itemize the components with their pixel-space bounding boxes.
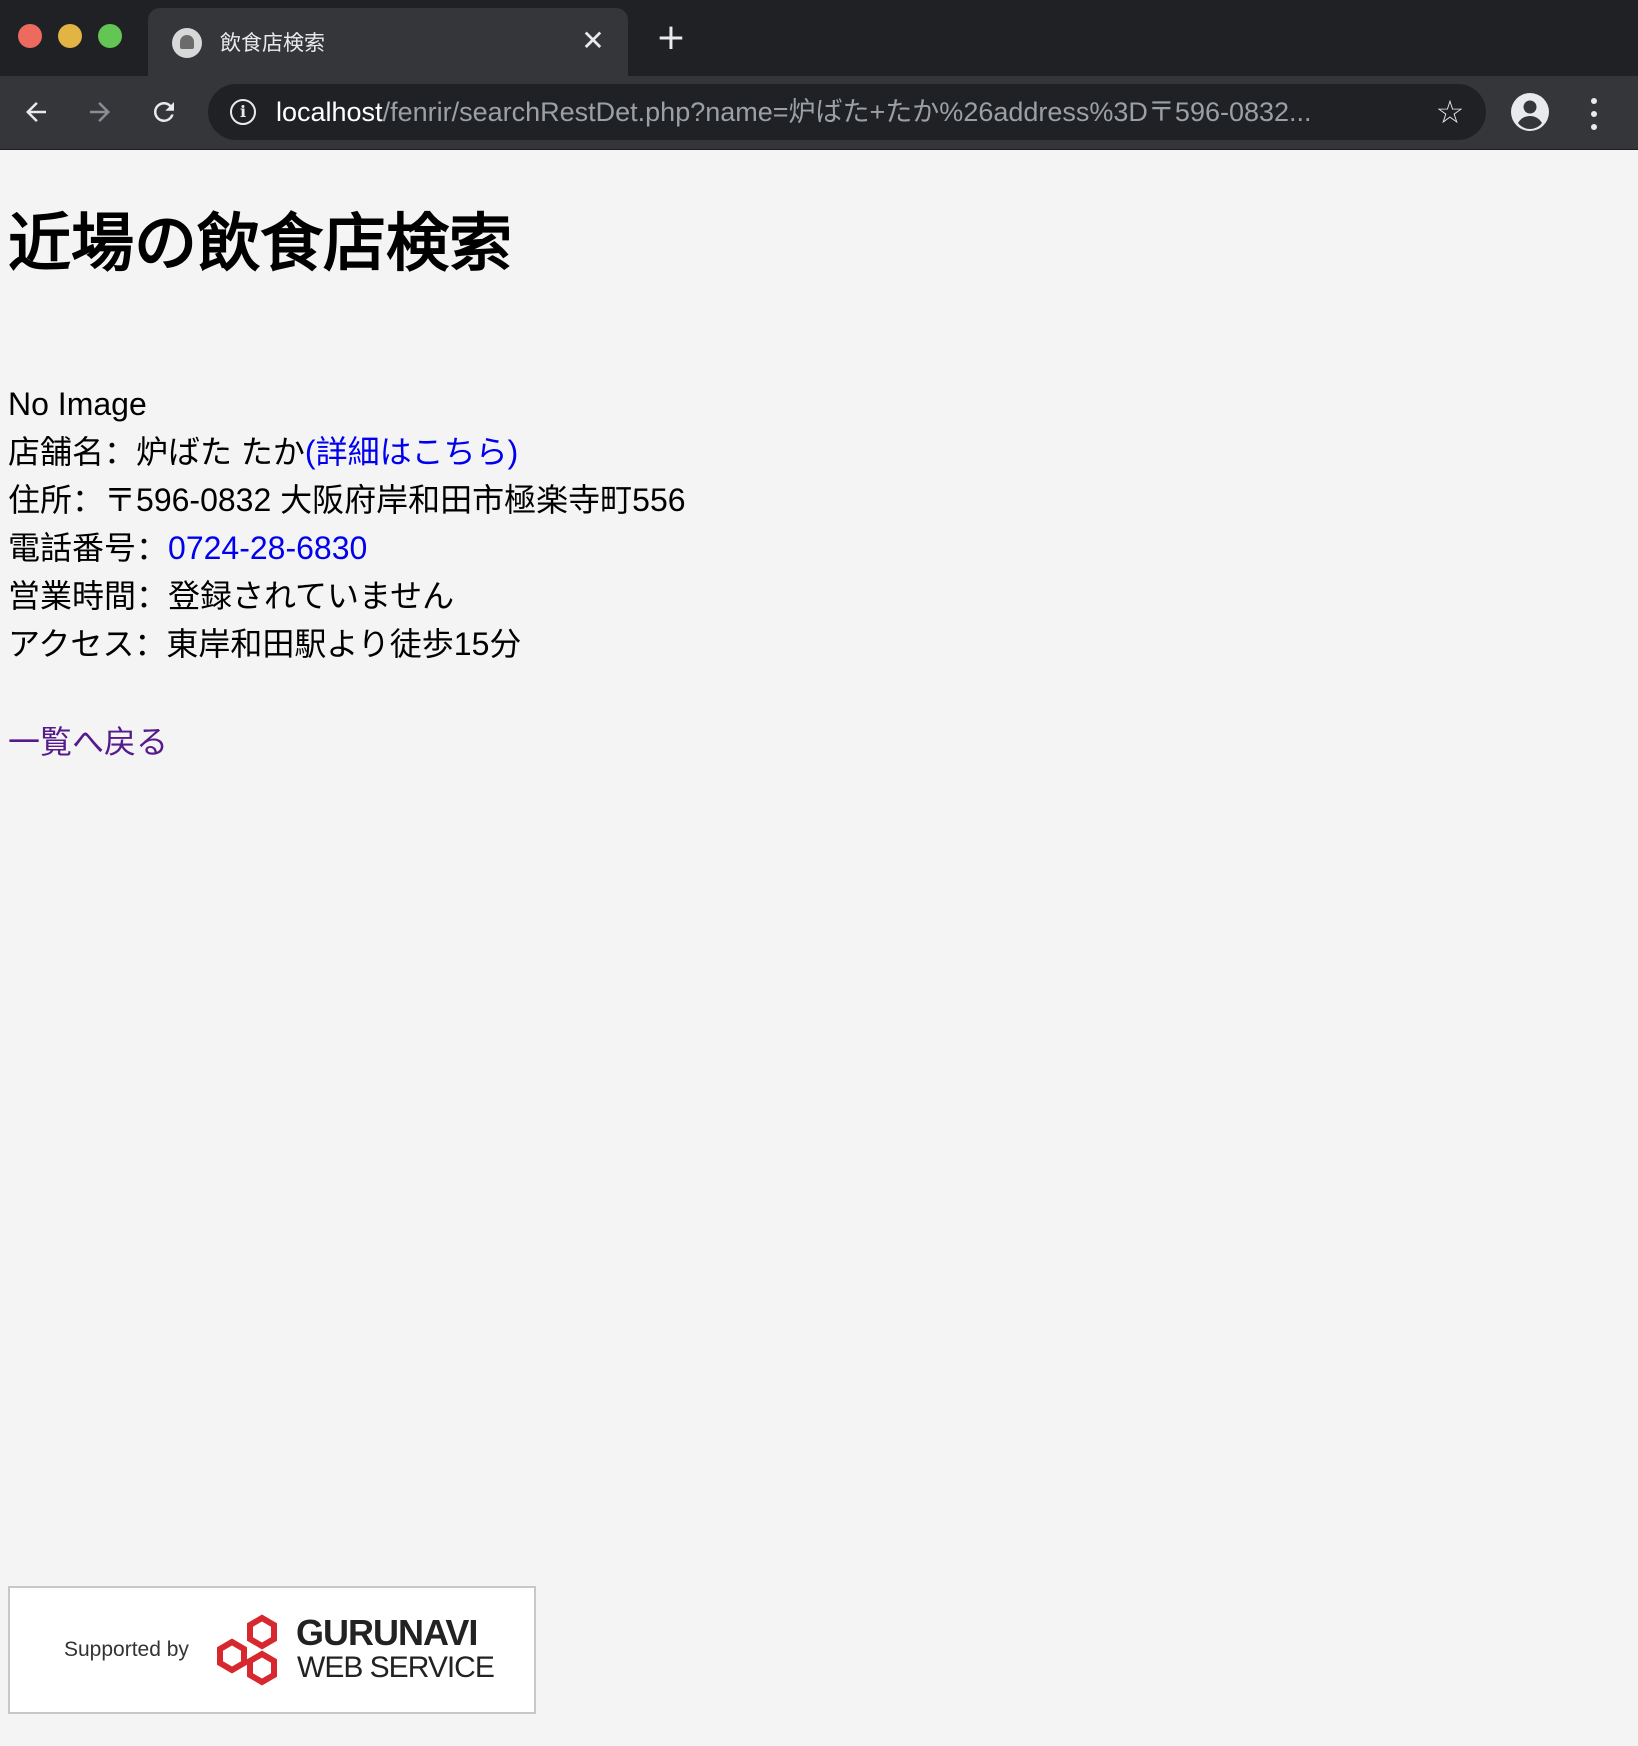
window-minimize-button[interactable] bbox=[58, 24, 82, 48]
page-body: 近場の飲食店検索 No Image 店舗名：炉ばた たか(詳細はこちら) 住所：… bbox=[0, 150, 1638, 1746]
gurunavi-credit-banner[interactable]: Supported by GURUNAVI WEB SERVICE bbox=[8, 1586, 536, 1714]
phone-label: 電話番号： bbox=[8, 530, 169, 566]
access-label: アクセス： bbox=[8, 626, 167, 662]
store-name: 炉ばた たか bbox=[136, 434, 305, 470]
kebab-menu-icon[interactable] bbox=[1580, 94, 1608, 134]
new-tab-icon[interactable]: + bbox=[654, 20, 688, 56]
favicon-icon bbox=[172, 28, 202, 58]
store-label: 店舗名： bbox=[8, 434, 137, 470]
phone-link[interactable]: 0724-28-6830 bbox=[168, 530, 367, 566]
address-value: 〒596-0832 大阪府岸和田市極楽寺町556 bbox=[104, 482, 686, 518]
window-close-button[interactable] bbox=[18, 24, 42, 48]
forward-arrow-icon[interactable] bbox=[80, 92, 120, 132]
tab-close-icon[interactable]: ✕ bbox=[578, 26, 608, 56]
browser-toolbar: i localhost/fenrir/searchRestDet.php?nam… bbox=[0, 76, 1638, 150]
phone-row: 電話番号：0724-28-6830 bbox=[8, 524, 686, 572]
tab-title: 飲食店検索 bbox=[220, 31, 325, 55]
bookmark-star-icon[interactable]: ☆ bbox=[1432, 94, 1468, 130]
details-link[interactable]: (詳細はこちら) bbox=[305, 434, 518, 470]
url-text[interactable]: localhost/fenrir/searchRestDet.php?name=… bbox=[276, 97, 1406, 127]
back-arrow-icon[interactable] bbox=[16, 92, 56, 132]
supported-by-text: Supported by bbox=[64, 1638, 189, 1661]
profile-avatar-icon[interactable] bbox=[1510, 92, 1550, 132]
address-label: 住所： bbox=[8, 482, 105, 518]
access-value: 東岸和田駅より徒歩15分 bbox=[166, 626, 522, 662]
url-path: /fenrir/searchRestDet.php?name=炉ばた+たか%26… bbox=[382, 97, 1312, 127]
gurunavi-logo-icon bbox=[217, 1614, 277, 1686]
gurunavi-brand-text: GURUNAVI bbox=[296, 1612, 478, 1653]
restaurant-details: No Image 店舗名：炉ばた たか(詳細はこちら) 住所：〒596-0832… bbox=[8, 380, 686, 668]
access-row: アクセス：東岸和田駅より徒歩15分 bbox=[8, 620, 686, 668]
reload-icon[interactable] bbox=[144, 92, 184, 132]
address-bar[interactable]: i localhost/fenrir/searchRestDet.php?nam… bbox=[208, 84, 1486, 140]
site-info-icon[interactable]: i bbox=[230, 99, 256, 125]
web-service-text: WEB SERVICE bbox=[297, 1651, 495, 1684]
back-to-list-link[interactable]: 一覧へ戻る bbox=[8, 724, 168, 760]
hours-value: 登録されていません bbox=[168, 578, 455, 614]
hours-row: 営業時間：登録されていません bbox=[8, 572, 686, 620]
store-name-row: 店舗名：炉ばた たか(詳細はこちら) bbox=[8, 428, 686, 476]
address-row: 住所：〒596-0832 大阪府岸和田市極楽寺町556 bbox=[8, 476, 686, 524]
back-link-row: 一覧へ戻る bbox=[8, 718, 168, 766]
page-title: 近場の飲食店検索 bbox=[8, 207, 512, 280]
url-host: localhost bbox=[276, 97, 383, 127]
hours-label: 営業時間： bbox=[8, 578, 169, 614]
tab-strip: 飲食店検索 ✕ + bbox=[0, 0, 1638, 76]
active-tab[interactable]: 飲食店検索 ✕ bbox=[148, 8, 628, 76]
window-maximize-button[interactable] bbox=[98, 24, 122, 48]
no-image-text: No Image bbox=[8, 386, 147, 422]
